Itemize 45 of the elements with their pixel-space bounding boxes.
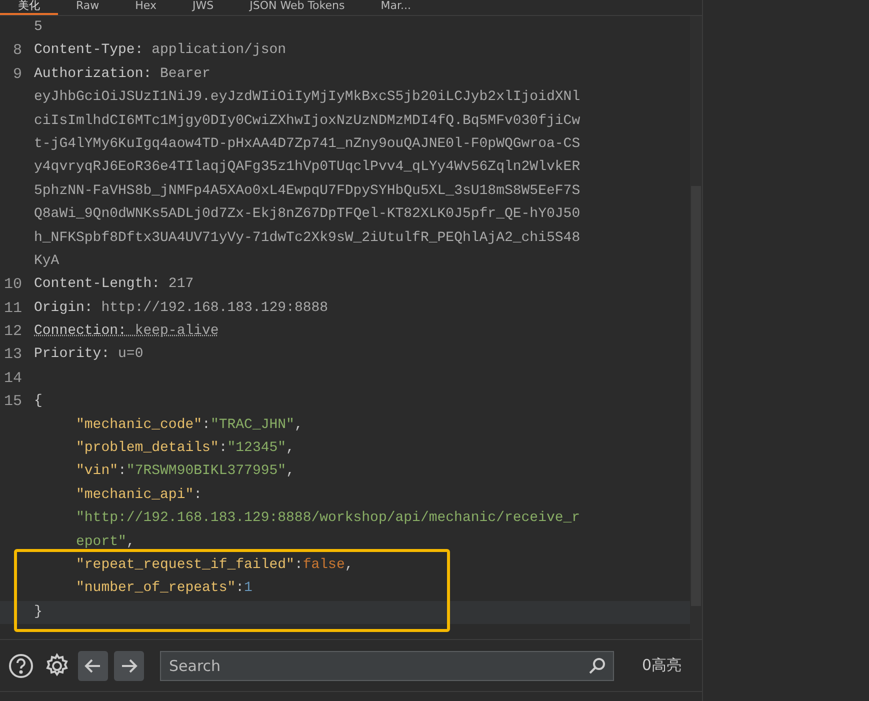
code-line: "problem_details":"12345", — [76, 439, 294, 458]
tab[interactable]: JSON Web Tokens — [232, 0, 363, 15]
line-number: 9 — [12, 64, 23, 85]
code-line: Content-Type: application/json — [34, 41, 286, 60]
code-line: Q8aWi_9Qn0dWNKs5ADLj0d7Zx-Ekj8nZ67DpTFQel-KT82XLK0J5pfr_QE-hY0J50 — [34, 205, 580, 224]
code-line: eyJhbGciOiJSUzI1NiJ9.eyJzdWIiOiIyMjIyMkBxcS5jb20iLCJyb2xlIjoidXNl — [34, 88, 580, 108]
code-line: h_NFKSpbf8Dftx3UA4UV71yVy-71dwTc2Xk9sW_2iUtulfR_PEQhlAjA2_chi5S48 — [34, 228, 580, 248]
code-line: y4qvryqRJ6EoR36e4TIlaqjQAFg35z1hVp0TUqclPvv4_qLYy4Wv56Zqln2WlvkER — [34, 158, 580, 178]
right-arrow-icon — [120, 656, 138, 674]
code-line: ciIsImlhdCI6MTc1Mjgy0DIy0CwiZXhwIjoxNzUzNDMzMDI4fQ.Bq5MFv030fjiCw — [34, 112, 580, 131]
highlight-count: 0高亮 — [642, 655, 682, 676]
code-line: 5 — [34, 18, 42, 37]
tab[interactable]: Hex — [117, 0, 174, 15]
code-line: Connection: keep-alive — [34, 322, 219, 342]
code-line: 5phzNN-FaVHS8b_jNMFp4A5XAo0xL4EwpqU7FDpySYHbQu5XL_3sU18mS8W5EeF7S — [34, 182, 580, 201]
search-field[interactable]: Search — [160, 650, 614, 680]
code-line: } — [34, 602, 42, 622]
line-number: 10 — [2, 275, 23, 296]
tab[interactable]: Mar... — [362, 0, 429, 15]
code-line: eport", — [76, 532, 135, 552]
line-number: 12 — [2, 322, 23, 342]
code-line: "repeat_request_if_failed":false, — [76, 556, 354, 575]
tab[interactable]: JWS — [174, 0, 232, 15]
forward-button[interactable] — [114, 650, 144, 680]
code-line: "http://192.168.183.129:8888/workshop/api/mechanic/receive_r — [76, 509, 580, 528]
code-line: "number_of_repeats":1 — [76, 579, 252, 598]
code-line: "mechanic_code":"TRAC_JHN", — [76, 416, 303, 435]
back-button[interactable] — [78, 650, 108, 680]
code-line: "vin":"7RSWM90BIKL377995", — [76, 462, 294, 482]
code-line: { — [34, 392, 42, 412]
code-line: t-jG4lYMy6KuIgq4aow4TD-pHxAA4D7Zp741_nZny9ouQAJNE0l-F0pWQGwroa-CS — [34, 134, 580, 154]
line-number: 11 — [2, 298, 23, 319]
line-number: 14 — [2, 368, 23, 389]
tab[interactable]: Raw — [58, 0, 118, 15]
code-line: Content-Length: 217 — [34, 275, 194, 294]
left-arrow-icon — [84, 656, 102, 674]
line-number: 15 — [2, 392, 23, 412]
line-number: 13 — [2, 345, 23, 366]
search-icon — [588, 656, 606, 674]
code-line: KyA — [34, 252, 60, 271]
code-line: Origin: http://192.168.183.129:8888 — [34, 298, 328, 318]
code-line: Authorization: Bearer — [34, 64, 210, 84]
line-number: 8 — [12, 41, 23, 62]
code-line: Priority: u=0 — [34, 345, 144, 364]
code-line: "mechanic_api": — [76, 486, 202, 505]
